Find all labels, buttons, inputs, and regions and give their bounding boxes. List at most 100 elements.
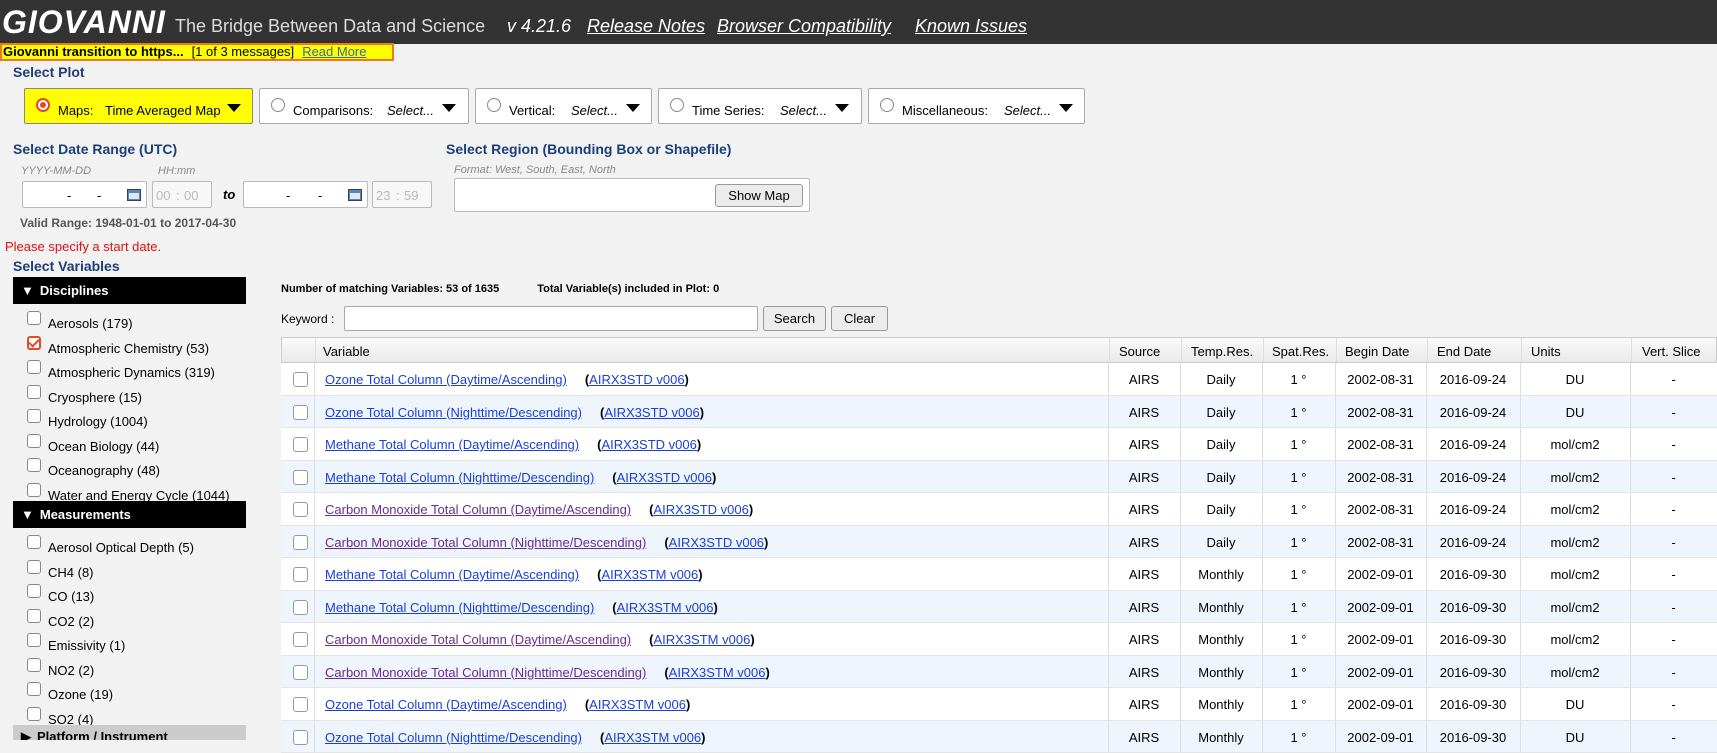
release-notes-link[interactable]: Release Notes — [587, 16, 705, 37]
product-link[interactable]: AIRX3STM v006 — [617, 600, 714, 615]
col-source[interactable]: Source — [1119, 344, 1160, 359]
message-banner: Giovanni transition to https...[1 of 3 m… — [0, 43, 394, 61]
product-link[interactable]: AIRX3STD v006 — [653, 502, 748, 517]
checkbox[interactable] — [27, 682, 41, 696]
variable-name-link[interactable]: Carbon Monoxide Total Column (Daytime/As… — [325, 502, 631, 517]
vert-cell: - — [1630, 470, 1717, 485]
checkbox-checked[interactable] — [27, 336, 41, 350]
variable-name-link[interactable]: Ozone Total Column (Nighttime/Descending… — [325, 730, 582, 745]
browser-compatibility-link[interactable]: Browser Compatibility — [717, 16, 891, 37]
platform-instrument-header[interactable]: ▶Platform / Instrument — [13, 725, 246, 740]
known-issues-link[interactable]: Known Issues — [915, 16, 1027, 37]
row-checkbox[interactable] — [293, 405, 308, 420]
plot-maps-button[interactable]: Maps: Time Averaged Map — [24, 88, 253, 124]
plot-vertical-button[interactable]: Vertical: Select... — [475, 88, 652, 124]
vertical-radio[interactable] — [487, 98, 501, 112]
checkbox[interactable] — [27, 584, 41, 598]
units-cell: DU — [1520, 730, 1630, 745]
bounding-box-input[interactable]: Show Map — [454, 178, 810, 212]
variable-name-link[interactable]: Methane Total Column (Daytime/Ascending) — [325, 437, 579, 452]
checkbox[interactable] — [27, 560, 41, 574]
to-label: to — [223, 187, 235, 202]
units-cell: mol/cm2 — [1520, 567, 1630, 582]
checkbox[interactable] — [27, 633, 41, 647]
variable-name-link[interactable]: Ozone Total Column (Daytime/Ascending) — [325, 697, 567, 712]
variable-name-link[interactable]: Methane Total Column (Nighttime/Descendi… — [325, 470, 594, 485]
search-button[interactable]: Search — [763, 306, 826, 331]
checkbox[interactable] — [27, 535, 41, 549]
giovanni-logo[interactable]: GIOVANNI — [2, 4, 166, 41]
product-link[interactable]: AIRX3STM v006 — [653, 632, 750, 647]
checkbox[interactable] — [27, 409, 41, 423]
variable-name-link[interactable]: Carbon Monoxide Total Column (Daytime/As… — [325, 632, 631, 647]
variable-name-link[interactable]: Methane Total Column (Daytime/Ascending) — [325, 567, 579, 582]
checkbox[interactable] — [27, 311, 41, 325]
row-checkbox[interactable] — [293, 470, 308, 485]
row-checkbox[interactable] — [293, 567, 308, 582]
checkbox[interactable] — [27, 385, 41, 399]
measurements-header[interactable]: ▼Measurements — [13, 501, 246, 528]
vert-cell: - — [1630, 600, 1717, 615]
checkbox[interactable] — [27, 458, 41, 472]
checkbox[interactable] — [27, 658, 41, 672]
calendar-icon[interactable] — [127, 189, 141, 201]
variable-name-link[interactable]: Methane Total Column (Nighttime/Descendi… — [325, 600, 594, 615]
read-more-link[interactable]: Read More — [302, 44, 366, 59]
checkbox[interactable] — [27, 360, 41, 374]
keyword-input[interactable] — [344, 306, 758, 331]
start-time-input[interactable]: 00 : 00 — [152, 181, 212, 208]
calendar-icon[interactable] — [348, 189, 362, 201]
checkbox[interactable] — [27, 707, 41, 721]
table-row: Carbon Monoxide Total Column (Daytime/As… — [281, 623, 1717, 656]
row-checkbox[interactable] — [293, 730, 308, 745]
show-map-button[interactable]: Show Map — [715, 184, 803, 207]
col-temp-res[interactable]: Temp.Res. — [1191, 344, 1253, 359]
col-vert-slice[interactable]: Vert. Slice — [1642, 344, 1701, 359]
product-link[interactable]: AIRX3STM v006 — [589, 697, 686, 712]
plot-time-series-button[interactable]: Time Series: Select... — [658, 88, 862, 124]
product-link[interactable]: AIRX3STM v006 — [601, 567, 698, 582]
product-link[interactable]: AIRX3STM v006 — [669, 665, 766, 680]
col-spat-res[interactable]: Spat.Res. — [1272, 344, 1329, 359]
end-date-input[interactable]: - - — [243, 181, 368, 208]
maps-radio[interactable] — [36, 98, 50, 112]
end-time-input[interactable]: 23 : 59 — [372, 181, 432, 208]
product-link[interactable]: AIRX3STD v006 — [617, 470, 712, 485]
product-link[interactable]: AIRX3STD v006 — [604, 405, 699, 420]
clear-button[interactable]: Clear — [831, 306, 888, 331]
product-link[interactable]: AIRX3STD v006 — [589, 372, 684, 387]
spat-cell: 1 ° — [1262, 730, 1335, 745]
miscellaneous-radio[interactable] — [880, 98, 894, 112]
variable-name-link[interactable]: Carbon Monoxide Total Column (Nighttime/… — [325, 665, 646, 680]
variable-name-link[interactable]: Ozone Total Column (Daytime/Ascending) — [325, 372, 567, 387]
product-link[interactable]: AIRX3STD v006 — [601, 437, 696, 452]
row-checkbox[interactable] — [293, 437, 308, 452]
row-checkbox[interactable] — [293, 535, 308, 550]
comparisons-radio[interactable] — [271, 98, 285, 112]
plot-miscellaneous-button[interactable]: Miscellaneous: Select... — [868, 88, 1085, 124]
col-begin-date[interactable]: Begin Date — [1345, 344, 1409, 359]
row-checkbox[interactable] — [293, 697, 308, 712]
product-link[interactable]: AIRX3STM v006 — [604, 730, 701, 745]
row-checkbox[interactable] — [293, 600, 308, 615]
product-link[interactable]: AIRX3STD v006 — [669, 535, 764, 550]
variable-name-link[interactable]: Carbon Monoxide Total Column (Nighttime/… — [325, 535, 646, 550]
row-checkbox[interactable] — [293, 632, 308, 647]
variable-name-link[interactable]: Ozone Total Column (Nighttime/Descending… — [325, 405, 582, 420]
checkbox[interactable] — [27, 434, 41, 448]
start-date-input[interactable]: - - — [22, 181, 147, 208]
row-checkbox[interactable] — [293, 372, 308, 387]
col-variable[interactable]: Variable — [323, 344, 370, 359]
row-checkbox[interactable] — [293, 665, 308, 680]
time-series-radio[interactable] — [670, 98, 684, 112]
checkbox[interactable] — [27, 609, 41, 623]
checkbox[interactable] — [27, 483, 41, 497]
disciplines-header[interactable]: ▼Disciplines — [13, 277, 246, 304]
table-row: Ozone Total Column (Daytime/Ascending)(A… — [281, 363, 1717, 396]
source-cell: AIRS — [1108, 567, 1180, 582]
plot-comparisons-button[interactable]: Comparisons: Select... — [259, 88, 469, 124]
row-checkbox[interactable] — [293, 502, 308, 517]
spat-cell: 1 ° — [1262, 567, 1335, 582]
col-end-date[interactable]: End Date — [1437, 344, 1491, 359]
col-units[interactable]: Units — [1531, 344, 1561, 359]
